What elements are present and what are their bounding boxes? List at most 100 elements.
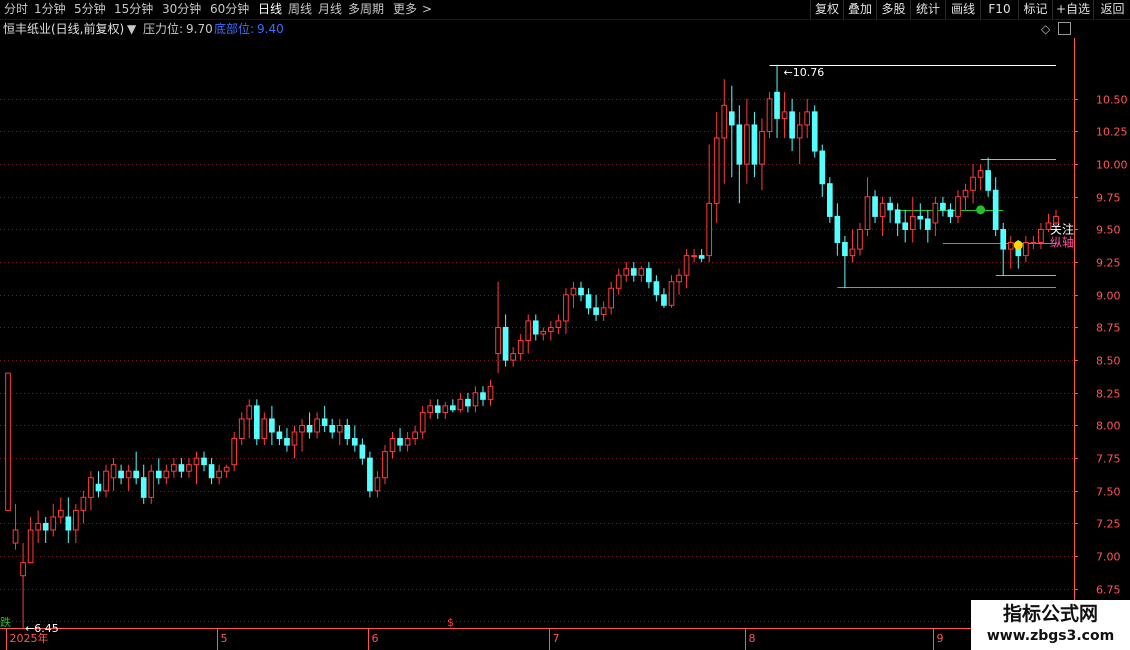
watermark-url: www.zbgs3.com <box>986 628 1115 644</box>
candle-body-43 <box>329 424 336 433</box>
candle-body-137 <box>1038 228 1044 244</box>
candle-body-54 <box>412 431 418 440</box>
candle-body-95 <box>721 104 728 139</box>
toolbar-button-4[interactable]: 画线 <box>945 0 980 19</box>
candle-body-57 <box>434 405 441 413</box>
period-tab-3[interactable]: 15分钟 <box>114 1 153 17</box>
high-label: ←10.76 <box>783 66 824 79</box>
period-tab-4[interactable]: 30分钟 <box>162 1 201 17</box>
candle-body-72 <box>548 326 554 332</box>
x-tick-label-4: 8 <box>749 632 756 645</box>
candle-body-106 <box>804 111 811 126</box>
toolbar-button-8[interactable]: 返回 <box>1093 0 1130 19</box>
period-tab-2[interactable]: 5分钟 <box>74 1 106 17</box>
candle-body-110 <box>834 215 841 244</box>
period-tab-5[interactable]: 60分钟 <box>210 1 249 17</box>
candle-body-67 <box>510 353 516 361</box>
x-tick-label-2: 6 <box>372 632 379 645</box>
candle-body-125 <box>947 209 954 217</box>
more-arrow-icon[interactable]: > <box>422 1 432 17</box>
candle-body-5 <box>42 522 49 531</box>
candle-body-32 <box>246 405 253 420</box>
candle-body-62 <box>472 392 479 407</box>
period-tab-0[interactable]: 分时 <box>4 1 28 17</box>
y-tick-label-2: 7.00 <box>1096 551 1121 564</box>
candle-body-128 <box>970 176 976 191</box>
candle-body-18 <box>140 477 147 498</box>
candle-body-4 <box>35 522 41 531</box>
candle-body-116 <box>879 202 886 217</box>
candle-body-81 <box>615 274 622 289</box>
dropdown-icon[interactable]: ▼ <box>127 21 136 37</box>
candle-body-1 <box>12 529 19 544</box>
candle-body-8 <box>65 516 72 531</box>
candle-body-13 <box>103 470 109 492</box>
candle-body-30 <box>231 438 238 466</box>
candle-body-133 <box>1007 242 1014 250</box>
candle-body-2 <box>20 562 26 577</box>
candle-body-68 <box>517 340 524 355</box>
candle-body-105 <box>796 124 803 139</box>
candle-body-24 <box>186 464 192 472</box>
candle-body-113 <box>857 228 863 250</box>
stock-title[interactable]: 恒丰纸业(日线,前复权) <box>3 21 124 37</box>
candle-body-10 <box>80 496 87 511</box>
watermark: 指标公式网 www.zbgs3.com <box>971 600 1130 650</box>
toolbar-button-2[interactable]: 多股 <box>876 0 910 19</box>
candle-body-19 <box>148 470 155 498</box>
candle-body-58 <box>442 405 449 413</box>
y-tick-label-14: 10.00 <box>1096 159 1128 172</box>
candle-body-79 <box>600 307 607 315</box>
candle-body-47 <box>359 444 366 459</box>
candle-body-82 <box>623 268 630 276</box>
y-tick-label-1: 6.75 <box>1096 584 1121 597</box>
toolbar-button-3[interactable]: 统计 <box>910 0 945 19</box>
y-tick-label-9: 8.75 <box>1096 322 1121 335</box>
toolbar-button-7[interactable]: +自选 <box>1052 0 1093 19</box>
candle-body-89 <box>676 274 682 283</box>
low-label: ←6.45 <box>25 622 59 635</box>
x-tick-label-1: 5 <box>221 632 228 645</box>
candle-body-92 <box>698 255 705 259</box>
candle-body-15 <box>118 470 124 479</box>
toolbar-button-0[interactable]: 复权 <box>810 0 843 19</box>
y-tick-label-5: 7.75 <box>1096 453 1121 466</box>
candle-body-83 <box>630 268 637 276</box>
period-tab-1[interactable]: 1分钟 <box>34 1 66 17</box>
period-tab-8[interactable]: 月线 <box>318 1 342 17</box>
candle-body-48 <box>367 457 373 492</box>
toolbar-button-1[interactable]: 叠加 <box>843 0 876 19</box>
period-tab-7[interactable]: 周线 <box>288 1 312 17</box>
candle-body-85 <box>646 268 652 283</box>
window-icon[interactable] <box>1058 22 1071 35</box>
period-tab-9[interactable]: 多周期 <box>348 1 384 17</box>
y-tick-label-3: 7.25 <box>1096 518 1121 531</box>
period-toolbar: 分时 1分钟 5分钟 15分钟 30分钟 60分钟 日线 周线 月线 多周期 更多 > 复权 叠加 多股 统计… <box>0 0 1130 20</box>
candle-body-59 <box>449 405 456 411</box>
candle-body-119 <box>902 222 909 230</box>
period-tab-10[interactable]: 更多 <box>393 1 417 17</box>
y-tick-label-11: 9.25 <box>1096 257 1121 270</box>
pressure-label: 压力位: <box>143 22 184 36</box>
candle-body-28 <box>216 470 222 479</box>
pressure-value: 9.70 <box>186 22 213 36</box>
toolbar-button-5[interactable]: F10 <box>980 0 1018 19</box>
candle-body-130 <box>985 170 991 191</box>
candle-body-100 <box>759 130 765 165</box>
toolbar-button-6[interactable]: 标记 <box>1018 0 1052 19</box>
signal-dot-0 <box>976 205 986 215</box>
candle-body-31 <box>238 418 245 440</box>
candle-body-25 <box>193 457 200 466</box>
candle-body-127 <box>962 189 969 198</box>
candle-body-26 <box>201 457 207 466</box>
candle-body-99 <box>751 124 758 165</box>
candle-body-84 <box>638 268 645 276</box>
diamond-icon[interactable]: ◇ <box>1041 21 1050 37</box>
y-tick-label-10: 9.00 <box>1096 290 1121 303</box>
period-tab-6[interactable]: 日线 <box>258 1 282 17</box>
candle-body-44 <box>336 424 343 433</box>
candle-body-41 <box>314 418 320 433</box>
candle-body-9 <box>73 509 79 531</box>
candle-body-94 <box>713 137 720 204</box>
candle-body-22 <box>171 464 177 472</box>
